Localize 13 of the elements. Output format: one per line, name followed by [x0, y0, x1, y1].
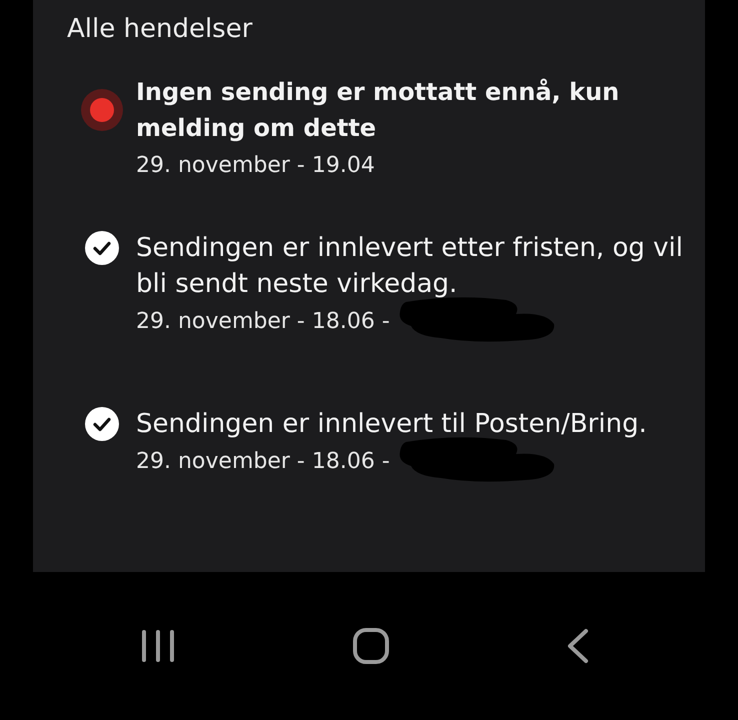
event-time: 29. november - 18.06 - — [136, 448, 390, 476]
check-circle-icon — [84, 231, 118, 265]
event-title: Ingen sending er mottatt ennå, kun melding om dette — [136, 77, 620, 144]
event-title: Sendingen er innlevert etter fristen, og vil bli sendt neste virkedag. — [136, 232, 684, 301]
home-icon[interactable] — [352, 627, 390, 665]
check-circle-icon — [84, 407, 118, 441]
recent-apps-icon[interactable] — [140, 629, 176, 663]
status-dot-icon — [80, 89, 122, 131]
event-time: 29. november - 19.04 — [136, 152, 375, 180]
section-title: Alle hendelser — [67, 14, 254, 44]
event-time: 29. november - 18.06 - — [136, 308, 390, 336]
event-title: Sendingen er innlevert til Posten/Bring. — [136, 408, 648, 441]
back-icon[interactable] — [566, 628, 590, 664]
